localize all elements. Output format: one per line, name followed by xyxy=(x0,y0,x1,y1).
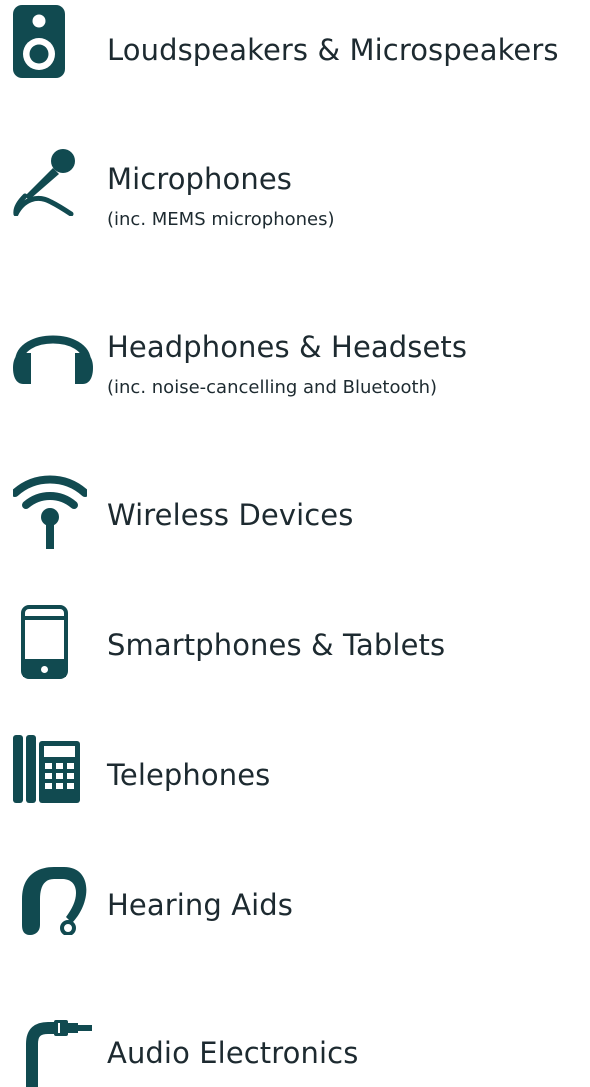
category-item-microphones[interactable]: Microphones (inc. MEMS microphones) xyxy=(0,140,590,250)
category-item-headphones[interactable]: Headphones & Headsets (inc. noise-cancel… xyxy=(0,300,590,410)
wireless-icon xyxy=(13,473,87,549)
category-label: Smartphones & Tablets xyxy=(107,628,446,662)
speaker-icon xyxy=(13,5,65,78)
category-label: Microphones xyxy=(107,162,293,196)
microphone-icon xyxy=(11,148,77,216)
category-label: Loudspeakers & Microspeakers xyxy=(107,33,559,67)
telephone-icon xyxy=(13,735,80,803)
audio-cable-icon xyxy=(24,1020,92,1087)
headphones-icon xyxy=(13,320,93,384)
category-item-hearing-aids[interactable]: Hearing Aids xyxy=(0,855,590,955)
category-item-telephones[interactable]: Telephones xyxy=(0,725,590,825)
hearing-aid-icon xyxy=(20,865,88,935)
category-item-wireless-devices[interactable]: Wireless Devices xyxy=(0,460,590,560)
category-item-loudspeakers[interactable]: Loudspeakers & Microspeakers xyxy=(0,0,590,100)
category-label: Hearing Aids xyxy=(107,888,294,922)
category-sublabel: (inc. MEMS microphones) xyxy=(107,209,335,230)
category-label: Wireless Devices xyxy=(107,498,354,532)
category-item-audio-electronics[interactable]: Audio Electronics xyxy=(0,1000,590,1087)
category-label: Telephones xyxy=(107,758,271,792)
category-sublabel: (inc. noise-cancelling and Bluetooth) xyxy=(107,377,437,398)
category-label: Headphones & Headsets xyxy=(107,330,468,364)
category-item-smartphones[interactable]: Smartphones & Tablets xyxy=(0,595,590,695)
category-label: Audio Electronics xyxy=(107,1036,359,1070)
smartphone-icon xyxy=(21,605,68,679)
